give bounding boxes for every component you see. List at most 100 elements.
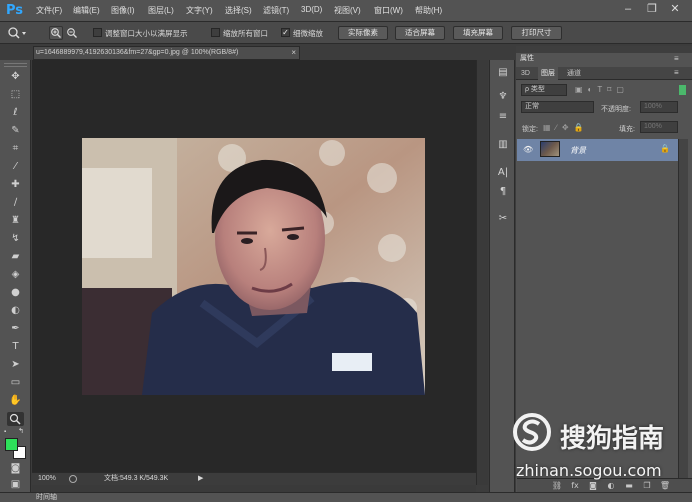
dodge-tool-icon[interactable]: ◐ xyxy=(7,304,24,318)
character-panel-icon[interactable]: A| xyxy=(495,166,511,180)
document-tab[interactable]: u=1646889979,4192630136&fm=27&gp=0.jpg @… xyxy=(33,46,300,60)
menu-select[interactable]: 选择(S) xyxy=(225,5,252,16)
fit-screen-button[interactable]: 适合屏幕 xyxy=(395,26,445,40)
panel-header[interactable] xyxy=(516,46,692,53)
link-layers-icon[interactable]: ⛓ xyxy=(551,481,563,491)
new-layer-icon[interactable]: ❐ xyxy=(641,481,653,491)
zoom-level[interactable]: 100% xyxy=(38,473,56,485)
brush-panel-icon[interactable]: ♆ xyxy=(495,90,511,104)
pen-tool-icon[interactable]: ✒ xyxy=(7,322,24,336)
menu-view[interactable]: 视图(V) xyxy=(334,5,361,16)
history-brush-tool-icon[interactable]: ↯ xyxy=(7,232,24,246)
eraser-tool-icon[interactable]: ▰ xyxy=(7,250,24,264)
properties-menu-icon[interactable]: ≡ xyxy=(674,54,679,63)
eyedropper-tool-icon[interactable]: ⁄ xyxy=(7,160,24,174)
tab-channels[interactable]: 通道 xyxy=(564,67,584,80)
hand-tool-icon[interactable]: ✋ xyxy=(7,394,24,408)
quick-select-tool-icon[interactable]: ✎ xyxy=(7,124,24,138)
brush-tool-icon[interactable]: ∕ xyxy=(7,196,24,210)
tab-layers[interactable]: 图层 xyxy=(538,67,558,80)
resize-window-label: 调整窗口大小以满屏显示 xyxy=(105,29,188,38)
path-selection-tool-icon[interactable]: ➤ xyxy=(7,358,24,372)
status-info-icon[interactable] xyxy=(69,475,77,483)
layer-filter-kind[interactable]: ρ 类型 xyxy=(521,84,567,96)
timeline-bar[interactable]: 时间轴 xyxy=(0,492,692,502)
print-size-button[interactable]: 打印尺寸 xyxy=(511,26,562,40)
adjustments-panel-icon[interactable]: ≡ xyxy=(495,110,511,124)
blur-tool-icon[interactable]: ● xyxy=(7,286,24,300)
layers-panel-tabs: 3D 图层 通道 ≡ xyxy=(516,67,692,80)
layer-name[interactable]: 背景 xyxy=(570,145,586,156)
canvas-area[interactable] xyxy=(32,60,476,472)
zoom-all-windows-checkbox[interactable] xyxy=(211,28,220,37)
fill-field[interactable]: 100% xyxy=(640,121,678,133)
document-image xyxy=(82,138,425,395)
menu-window[interactable]: 窗口(W) xyxy=(374,5,403,16)
history-panel-icon[interactable]: ▤ xyxy=(495,66,511,80)
minimize-button[interactable]: – xyxy=(619,2,637,16)
layer-filter-icons[interactable]: ▣◐T⌑▢ xyxy=(575,84,675,96)
add-mask-icon[interactable]: ◙ xyxy=(587,481,599,491)
paragraph-panel-icon[interactable]: ¶ xyxy=(495,185,511,199)
vertical-scrollbar[interactable] xyxy=(476,60,488,485)
close-document-icon[interactable]: × xyxy=(291,47,296,59)
paint-bucket-tool-icon[interactable]: ◈ xyxy=(7,268,24,282)
properties-tab[interactable]: 属性 xyxy=(516,53,544,65)
swap-colors-icon[interactable]: ↰ xyxy=(18,428,27,435)
resize-window-checkbox[interactable] xyxy=(93,28,102,37)
layer-style-icon[interactable]: fx xyxy=(569,481,581,491)
foreground-color-swatch[interactable] xyxy=(5,438,18,451)
clone-source-icon[interactable]: ▥ xyxy=(495,138,511,152)
layer-row-background[interactable]: 👁 背景 🔒 xyxy=(517,139,678,161)
layers-scrollbar[interactable] xyxy=(678,139,688,478)
adjustment-layer-icon[interactable]: ◐ xyxy=(605,481,617,491)
options-bar: 调整窗口大小以满屏显示 缩放所有窗口 ✓ 细微缩放 实际像素 适合屏幕 填充屏幕… xyxy=(0,22,692,44)
filter-toggle-icon[interactable] xyxy=(679,85,686,95)
scrubby-zoom-checkbox[interactable]: ✓ xyxy=(281,28,290,37)
clone-stamp-tool-icon[interactable]: ♜ xyxy=(7,214,24,228)
menu-filter[interactable]: 滤镜(T) xyxy=(263,5,289,16)
new-group-icon[interactable]: ▬ xyxy=(623,481,635,491)
default-colors-icon[interactable]: ▪ xyxy=(4,429,12,435)
layer-lock-icon: 🔒 xyxy=(660,144,670,153)
zoom-tool-icon[interactable] xyxy=(7,412,24,426)
horizontal-scrollbar[interactable] xyxy=(32,485,476,492)
blend-mode-select[interactable]: 正常 xyxy=(521,101,594,113)
menu-help[interactable]: 帮助(H) xyxy=(415,5,442,16)
menu-image[interactable]: 图像(I) xyxy=(111,5,135,16)
zoom-out-icon[interactable] xyxy=(65,26,79,40)
visibility-eye-icon[interactable]: 👁 xyxy=(523,145,533,154)
crop-tool-icon[interactable]: ⌗ xyxy=(7,142,24,156)
restore-button[interactable]: ❐ xyxy=(643,2,661,16)
move-tool-icon[interactable]: ✥ xyxy=(7,70,24,84)
screen-mode-icon[interactable]: ▣ xyxy=(7,478,24,492)
tools-panel: ✥ ⬚ ℓ ✎ ⌗ ⁄ ✚ ∕ ♜ ↯ ▰ ◈ ● ◐ ✒ T ➤ ▭ ✋ ▪ … xyxy=(0,60,31,492)
tab-3d[interactable]: 3D xyxy=(518,67,533,80)
opacity-field[interactable]: 100% xyxy=(640,101,678,113)
watermark-text: 搜狗指南 xyxy=(560,424,665,454)
menu-type[interactable]: 文字(Y) xyxy=(186,5,213,16)
healing-brush-tool-icon[interactable]: ✚ xyxy=(7,178,24,192)
lock-icons[interactable]: ▦∕✥🔒 xyxy=(543,122,603,134)
quick-mask-icon[interactable]: ◙ xyxy=(7,462,24,476)
actual-pixels-button[interactable]: 实际像素 xyxy=(338,26,388,40)
toolbar-grip[interactable] xyxy=(4,63,27,67)
layers-menu-icon[interactable]: ≡ xyxy=(674,68,679,77)
status-bar: 100% 文档:549.3 K/549.3K ▶ xyxy=(32,472,476,485)
close-button[interactable]: ✕ xyxy=(666,2,684,16)
fill-screen-button[interactable]: 填充屏幕 xyxy=(453,26,503,40)
menu-3d[interactable]: 3D(D) xyxy=(301,5,322,14)
zoom-in-icon[interactable] xyxy=(49,26,63,40)
lasso-tool-icon[interactable]: ℓ xyxy=(7,106,24,120)
marquee-tool-icon[interactable]: ⬚ xyxy=(7,88,24,102)
zoom-tool-preset-icon[interactable] xyxy=(6,26,28,40)
rectangle-tool-icon[interactable]: ▭ xyxy=(7,376,24,390)
menu-file[interactable]: 文件(F) xyxy=(36,5,62,16)
status-menu-arrow-icon[interactable]: ▶ xyxy=(198,473,203,485)
delete-layer-icon[interactable]: 🗑 xyxy=(659,481,671,491)
menu-layer[interactable]: 图层(L) xyxy=(148,5,174,16)
type-tool-icon[interactable]: T xyxy=(7,340,24,354)
menu-edit[interactable]: 编辑(E) xyxy=(73,5,100,16)
tools-presets-icon[interactable]: ✂ xyxy=(495,212,511,226)
document-title: u=1646889979,4192630136&fm=27&gp=0.jpg @… xyxy=(36,49,239,56)
